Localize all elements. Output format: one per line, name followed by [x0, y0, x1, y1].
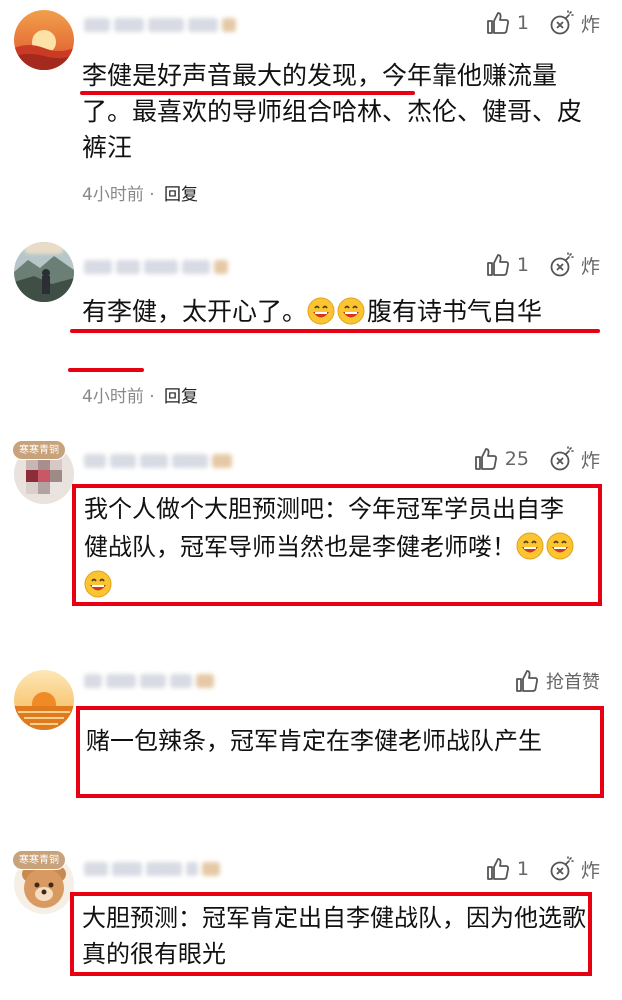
comment-actions: 1 炸	[485, 854, 600, 884]
username-blurred[interactable]	[84, 16, 236, 34]
comment-text-part: 有李健，太开心了。	[82, 297, 308, 326]
reply-button[interactable]: 回复	[164, 387, 198, 407]
bomb-label: 炸	[580, 255, 600, 278]
highlight-box	[76, 706, 604, 798]
like-count: 1	[516, 254, 529, 276]
comment-text: 李健是好声音最大的发现，今年靠他赚流量了。最喜欢的导师组合哈林、杰伦、健哥、皮裤…	[82, 61, 583, 162]
highlight-box	[72, 484, 602, 606]
bomb-icon	[550, 856, 574, 881]
like-button[interactable]: 1	[485, 10, 529, 36]
meta-separator: ·	[149, 387, 155, 407]
highlight-underline	[68, 368, 144, 372]
username-blurred[interactable]	[84, 860, 220, 878]
comment-text: 有李健，太开心了。 腹有诗书气自华	[82, 294, 592, 330]
reply-button[interactable]: 回复	[164, 185, 198, 205]
avatar[interactable]	[14, 10, 74, 70]
username-blurred[interactable]	[84, 452, 232, 470]
like-count: 1	[516, 12, 529, 34]
sunset-avatar-icon	[14, 10, 74, 70]
bomb-label: 炸	[580, 859, 600, 882]
comment-actions: 1 炸	[485, 250, 600, 280]
thumbs-up-icon	[486, 254, 509, 276]
bomb-label: 炸	[580, 449, 600, 472]
like-button[interactable]: 25	[473, 446, 529, 472]
sunrise-avatar-icon	[14, 670, 74, 730]
bomb-button[interactable]: 炸	[549, 10, 600, 37]
grinning-emoji-icon	[337, 297, 365, 325]
bomb-button[interactable]: 炸	[549, 856, 600, 883]
highlight-underline	[80, 91, 415, 95]
thumbs-up-icon	[486, 858, 509, 880]
like-button[interactable]: 1	[485, 856, 529, 882]
comment-actions: 1 炸	[485, 8, 600, 38]
username-blurred[interactable]	[84, 672, 214, 690]
highlight-box	[70, 892, 592, 976]
comment-time: 4小时前	[82, 185, 144, 205]
grinning-emoji-icon	[307, 297, 335, 325]
comment-actions: 25 炸	[473, 444, 600, 474]
level-badge: 寒寒青铜	[12, 440, 66, 460]
comment-actions: 抢首赞	[514, 666, 600, 696]
comment-time: 4小时前	[82, 387, 144, 407]
bomb-button[interactable]: 炸	[549, 252, 600, 279]
comment-meta: 4小时前 · 回复	[82, 180, 198, 205]
bomb-icon	[550, 252, 574, 277]
like-count: 1	[516, 858, 529, 880]
bomb-icon	[550, 10, 574, 35]
avatar[interactable]	[14, 242, 74, 302]
highlight-underline	[70, 329, 600, 333]
thumbs-up-icon	[486, 12, 509, 34]
like-button[interactable]: 1	[485, 252, 529, 278]
first-like-label: 抢首赞	[546, 672, 600, 693]
meta-separator: ·	[149, 185, 155, 205]
like-count: 25	[504, 448, 529, 470]
username-blurred[interactable]	[84, 258, 228, 276]
like-button[interactable]: 抢首赞	[514, 668, 600, 694]
thumbs-up-icon	[474, 448, 497, 470]
bomb-label: 炸	[580, 13, 600, 36]
bomb-icon	[550, 446, 574, 471]
comment-meta: 4小时前 · 回复	[82, 382, 198, 407]
level-badge: 寒寒青铜	[12, 850, 66, 870]
comment-text-part: 腹有诗书气自华	[367, 297, 543, 326]
avatar[interactable]	[14, 670, 74, 730]
thumbs-up-icon	[516, 670, 538, 692]
bomb-button[interactable]: 炸	[549, 446, 600, 473]
